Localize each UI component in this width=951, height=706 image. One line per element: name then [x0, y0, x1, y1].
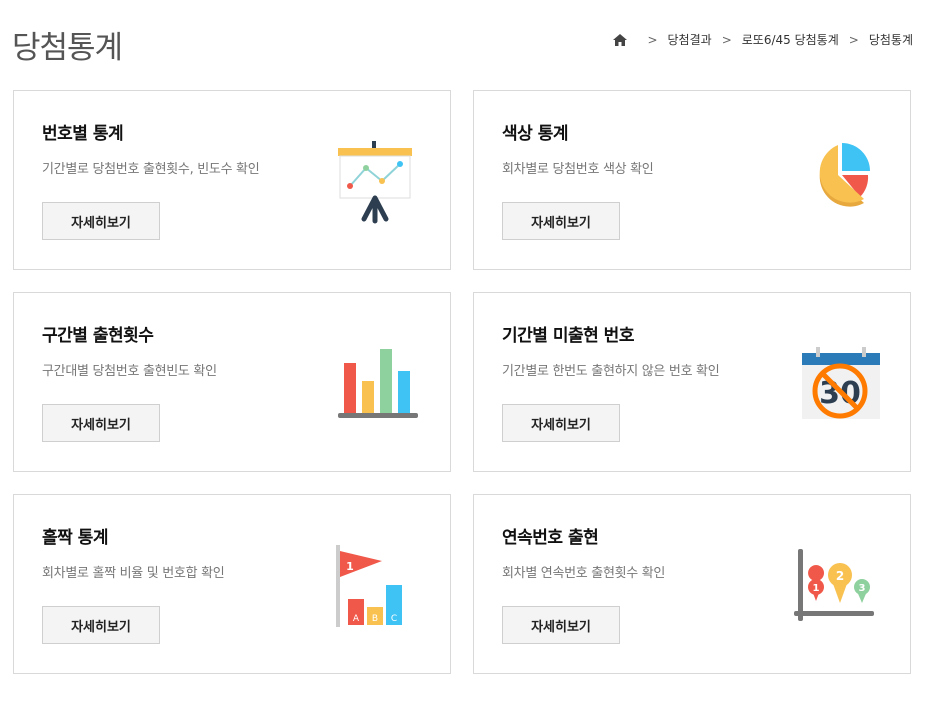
- card-color-stats: 색상 통계 회차별로 당첨번호 색상 확인 자세히보기: [473, 90, 911, 270]
- bar-letter-c: C: [391, 614, 397, 624]
- card-description: 기간별로 한번도 출현하지 않은 번호 확인: [502, 364, 720, 379]
- card-description: 회차별로 당첨번호 색상 확인: [502, 162, 654, 177]
- chevron-right-icon: >: [848, 32, 859, 47]
- breadcrumb-item-results[interactable]: 당첨결과: [668, 31, 712, 48]
- home-icon[interactable]: [613, 33, 628, 46]
- pin-number-3: 3: [859, 583, 866, 594]
- card-description: 회차별 연속번호 출현횟수 확인: [502, 566, 666, 581]
- card-number-stats: 번호별 통계 기간별로 당첨번호 출현횟수, 빈도수 확인 자세히보기: [13, 90, 451, 270]
- chevron-right-icon: >: [647, 32, 658, 47]
- map-pin-chart-icon: 1 2 3: [790, 535, 882, 635]
- view-details-button[interactable]: 자세히보기: [42, 606, 160, 644]
- bar-letter-a: A: [353, 614, 360, 624]
- card-range-frequency: 구간별 출현횟수 구간대별 당첨번호 출현빈도 확인 자세히보기: [13, 292, 451, 472]
- card-description: 회차별로 홀짝 비율 및 번호합 확인: [42, 566, 225, 581]
- chevron-right-icon: >: [721, 32, 732, 47]
- pie-chart-icon: [790, 131, 882, 231]
- flag-number: 1: [346, 560, 354, 573]
- presentation-chart-icon: [330, 131, 422, 231]
- bar-letter-b: B: [372, 614, 378, 624]
- card-consecutive-numbers: 연속번호 출현 회차별 연속번호 출현횟수 확인 자세히보기 1 2 3: [473, 494, 911, 674]
- card-title: 홀짝 통계: [42, 528, 108, 548]
- pin-number-2: 2: [836, 569, 844, 583]
- card-title: 번호별 통계: [42, 124, 124, 144]
- breadcrumb-item-current[interactable]: 당첨통계: [869, 31, 913, 48]
- pin-number-1: 1: [813, 583, 820, 594]
- card-description: 기간별로 당첨번호 출현횟수, 빈도수 확인: [42, 162, 260, 177]
- view-details-button[interactable]: 자세히보기: [42, 404, 160, 442]
- view-details-button[interactable]: 자세히보기: [502, 202, 620, 240]
- card-title: 구간별 출현횟수: [42, 326, 154, 346]
- card-title: 기간별 미출현 번호: [502, 326, 634, 346]
- card-description: 구간대별 당첨번호 출현빈도 확인: [42, 364, 217, 379]
- calendar-prohibited-icon: 30: [790, 333, 882, 433]
- card-title: 색상 통계: [502, 124, 568, 144]
- view-details-button[interactable]: 자세히보기: [42, 202, 160, 240]
- breadcrumb: > 당첨결과 > 로또6/45 당첨통계 > 당첨통계: [613, 31, 913, 48]
- bar-chart-icon: [330, 333, 422, 433]
- card-title: 연속번호 출현: [502, 528, 599, 548]
- flag-bars-icon: 1 A B C: [330, 535, 422, 635]
- page-title: 당첨통계: [12, 30, 123, 66]
- breadcrumb-item-lotto-stats[interactable]: 로또6/45 당첨통계: [742, 31, 839, 48]
- card-missing-numbers: 기간별 미출현 번호 기간별로 한번도 출현하지 않은 번호 확인 자세히보기 …: [473, 292, 911, 472]
- view-details-button[interactable]: 자세히보기: [502, 606, 620, 644]
- card-odd-even-stats: 홀짝 통계 회차별로 홀짝 비율 및 번호합 확인 자세히보기 1 A B C: [13, 494, 451, 674]
- view-details-button[interactable]: 자세히보기: [502, 404, 620, 442]
